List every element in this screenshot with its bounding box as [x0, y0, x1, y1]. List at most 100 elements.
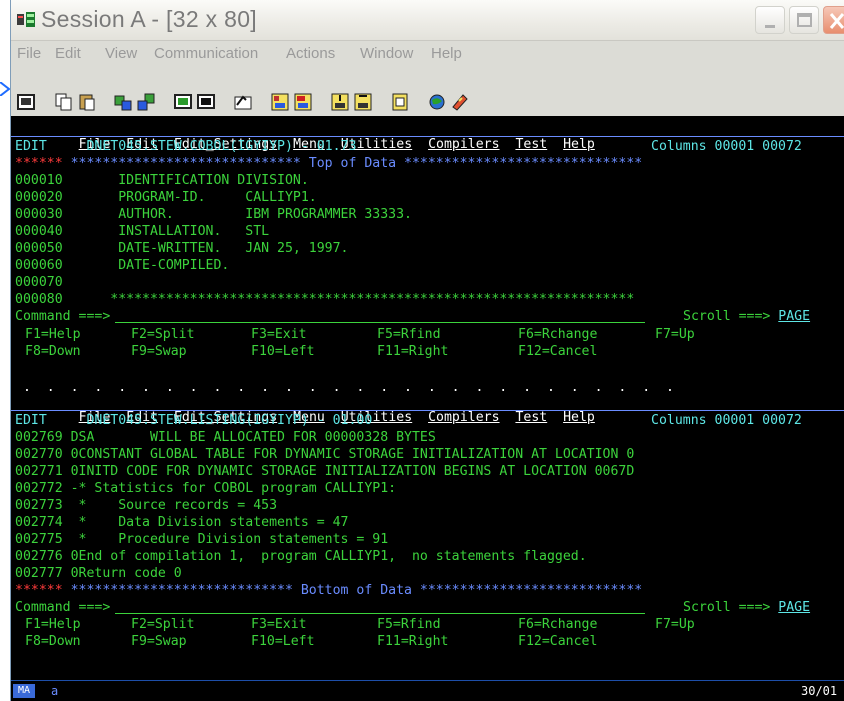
line-number[interactable]: 000050 [15, 241, 63, 256]
line-number[interactable]: 002773 [15, 498, 63, 513]
source-line[interactable]: 002777 0Return code 0 [15, 565, 182, 582]
transfer-down-icon[interactable] [354, 93, 372, 111]
line-text[interactable]: 0End of compilation 1, program CALLIYP1,… [63, 549, 587, 564]
transfer-up-icon[interactable] [331, 93, 349, 111]
function-key[interactable]: F3=Exit [251, 326, 307, 343]
line-number[interactable]: 002776 [15, 549, 63, 564]
function-key[interactable]: F8=Down [25, 633, 81, 650]
ispf-menu-help[interactable]: Help [563, 137, 595, 152]
line-text[interactable]: * Source records = 453 [63, 498, 278, 513]
display-icon[interactable] [174, 93, 192, 111]
line-number[interactable]: 002772 [15, 481, 63, 496]
macro-record-icon[interactable] [234, 93, 252, 111]
line-text[interactable]: IDENTIFICATION DIVISION. [63, 173, 309, 188]
line-text[interactable]: -* Statistics for COBOL program CALLIYP1… [63, 481, 397, 496]
source-line[interactable]: 000030 AUTHOR. IBM PROGRAMMER 33333. [15, 206, 412, 223]
line-number[interactable]: 002775 [15, 532, 63, 547]
line-text[interactable]: DSA WILL BE ALLOCATED FOR 00000328 BYTES [63, 430, 436, 445]
clipboard-icon[interactable] [391, 93, 409, 111]
function-key[interactable]: F6=Rchange [518, 326, 597, 343]
function-key[interactable]: F10=Left [251, 633, 315, 650]
line-number[interactable]: 000020 [15, 190, 63, 205]
function-key[interactable]: F1=Help [25, 326, 81, 343]
minimize-button[interactable] [755, 6, 785, 34]
send-file-icon[interactable] [114, 93, 132, 111]
line-text[interactable]: ****************************************… [63, 292, 634, 307]
function-key[interactable]: F5=Rfind [377, 326, 441, 343]
source-line[interactable]: 002771 0INITD CODE FOR DYNAMIC STORAGE I… [15, 463, 634, 480]
line-text[interactable]: DATE-COMPILED. [63, 258, 229, 273]
source-line[interactable]: 000040 INSTALLATION. STL [15, 223, 269, 240]
source-line[interactable]: 002773 * Source records = 453 [15, 497, 277, 514]
source-line[interactable]: 002774 * Data Division statements = 47 [15, 514, 348, 531]
function-key[interactable]: F12=Cancel [518, 633, 597, 650]
function-key[interactable]: F9=Swap [131, 633, 187, 650]
function-key[interactable]: F12=Cancel [518, 343, 597, 360]
paste-icon[interactable] [78, 93, 96, 111]
line-text[interactable]: AUTHOR. IBM PROGRAMMER 33333. [63, 207, 412, 222]
print-screen-icon[interactable] [17, 93, 35, 111]
function-key[interactable]: F11=Right [377, 633, 448, 650]
ispf-menu-test[interactable]: Test [515, 137, 547, 152]
function-key[interactable]: F2=Split [131, 616, 195, 633]
help-icon[interactable] [451, 93, 469, 111]
source-line[interactable]: 000060 DATE-COMPILED. [15, 257, 229, 274]
command-input[interactable] [115, 322, 645, 323]
macro-stop-icon[interactable] [294, 93, 312, 111]
line-number[interactable]: 000010 [15, 173, 63, 188]
function-key[interactable]: F6=Rchange [518, 616, 597, 633]
close-button[interactable] [823, 6, 844, 34]
source-line[interactable]: 002770 0CONSTANT GLOBAL TABLE FOR DYNAMI… [15, 446, 634, 463]
line-number[interactable]: 000080 [15, 292, 63, 307]
function-key[interactable]: F10=Left [251, 343, 315, 360]
function-key[interactable]: F11=Right [377, 343, 448, 360]
line-text[interactable]: * Procedure Division statements = 91 [63, 532, 389, 547]
source-line[interactable]: 000020 PROGRAM-ID. CALLIYP1. [15, 189, 317, 206]
ispf-menu-test-2[interactable]: Test [515, 410, 547, 425]
source-line[interactable]: 000080 *********************************… [15, 291, 634, 308]
function-key[interactable]: F1=Help [25, 616, 81, 633]
line-number[interactable]: 002769 [15, 430, 63, 445]
menu-help[interactable]: Help [431, 45, 462, 62]
function-key[interactable]: F3=Exit [251, 616, 307, 633]
function-key[interactable]: F2=Split [131, 326, 195, 343]
copy-icon[interactable] [55, 93, 73, 111]
line-number[interactable]: 002771 [15, 464, 63, 479]
source-line[interactable]: 000070 [15, 274, 63, 291]
line-text[interactable]: 0CONSTANT GLOBAL TABLE FOR DYNAMIC STORA… [63, 447, 635, 462]
menu-window[interactable]: Window [360, 45, 413, 62]
menu-file[interactable]: File [17, 45, 41, 62]
ispf-menu-help-2[interactable]: Help [563, 410, 595, 425]
function-key[interactable]: F7=Up [655, 616, 695, 633]
line-text[interactable]: * Data Division statements = 47 [63, 515, 349, 530]
menu-edit[interactable]: Edit [55, 45, 81, 62]
line-number[interactable]: 000040 [15, 224, 63, 239]
ispf-menu-compilers-2[interactable]: Compilers [428, 410, 499, 425]
source-line[interactable]: 000010 IDENTIFICATION DIVISION. [15, 172, 309, 189]
line-text[interactable]: INSTALLATION. STL [63, 224, 269, 239]
line-number[interactable]: 002777 [15, 566, 63, 581]
menu-view[interactable]: View [105, 45, 137, 62]
line-text[interactable]: DATE-WRITTEN. JAN 25, 1997. [63, 241, 348, 256]
menu-actions[interactable]: Actions [286, 45, 335, 62]
line-text[interactable]: 0INITD CODE FOR DYNAMIC STORAGE INITIALI… [63, 464, 635, 479]
source-line[interactable]: 002776 0End of compilation 1, program CA… [15, 548, 587, 565]
scroll-value[interactable]: PAGE [778, 309, 810, 324]
function-key[interactable]: F7=Up [655, 326, 695, 343]
source-line[interactable]: 002772 -* Statistics for COBOL program C… [15, 480, 396, 497]
source-line[interactable]: 000050 DATE-WRITTEN. JAN 25, 1997. [15, 240, 348, 257]
line-number[interactable]: 000030 [15, 207, 63, 222]
function-key[interactable]: F5=Rfind [377, 616, 441, 633]
keypad-icon[interactable] [197, 93, 215, 111]
source-line[interactable]: 002775 * Procedure Division statements =… [15, 531, 388, 548]
ispf-menu-compilers[interactable]: Compilers [428, 137, 499, 152]
line-text[interactable]: PROGRAM-ID. CALLIYP1. [63, 190, 317, 205]
line-text[interactable]: 0Return code 0 [63, 566, 182, 581]
line-number[interactable]: 002774 [15, 515, 63, 530]
command-input-2[interactable] [115, 613, 645, 614]
line-number[interactable]: 002770 [15, 447, 63, 462]
menu-communication[interactable]: Communication [154, 45, 258, 62]
function-key[interactable]: F8=Down [25, 343, 81, 360]
title-bar[interactable]: Session A - [32 x 80] [11, 0, 844, 41]
source-line[interactable]: 002769 DSA WILL BE ALLOCATED FOR 0000032… [15, 429, 436, 446]
